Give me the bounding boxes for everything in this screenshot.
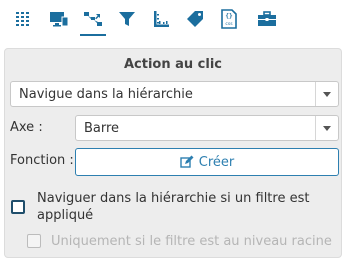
drill-hierarchy-icon[interactable] [78, 6, 108, 36]
create-function-button[interactable]: Créer [75, 148, 339, 176]
drill-filter-checkbox-label[interactable]: Naviguer dans la hiérarchie si un filtre… [37, 190, 327, 224]
monitor-icon[interactable] [44, 6, 74, 32]
root-level-checkbox-label[interactable]: Uniquement si le filtre est au niveau ra… [51, 233, 332, 250]
action-select[interactable]: Navigue dans la hiérarchie [10, 81, 339, 107]
root-level-checkbox[interactable] [27, 234, 41, 248]
click-action-panel: Action au clic Navigue dans la hiérarchi… [4, 48, 342, 258]
axis-select[interactable]: Barre [75, 115, 339, 141]
css-file-icon-label: css [225, 22, 233, 27]
chevron-down-icon [323, 92, 331, 97]
panel-title: Action au clic [123, 57, 223, 72]
action-select-value: Navigue dans la hiérarchie [19, 87, 193, 102]
drill-filter-checkbox[interactable] [11, 200, 25, 214]
axis-ruler-icon[interactable] [146, 6, 176, 32]
axis-label: Axe : [10, 120, 43, 135]
svg-text:{}: {} [225, 13, 233, 20]
create-button-label: Créer [198, 154, 235, 170]
toolbar: {} css [0, 0, 346, 40]
edit-icon [180, 155, 194, 168]
grid-dots-icon[interactable] [8, 6, 38, 32]
axis-select-value: Barre [84, 121, 120, 136]
tag-icon[interactable] [180, 6, 210, 32]
toolbox-icon[interactable] [252, 6, 282, 32]
function-label: Fonction : [10, 153, 74, 168]
css-file-icon[interactable]: {} css [214, 6, 244, 32]
filter-funnel-icon[interactable] [112, 6, 142, 32]
chevron-down-icon [323, 126, 331, 131]
